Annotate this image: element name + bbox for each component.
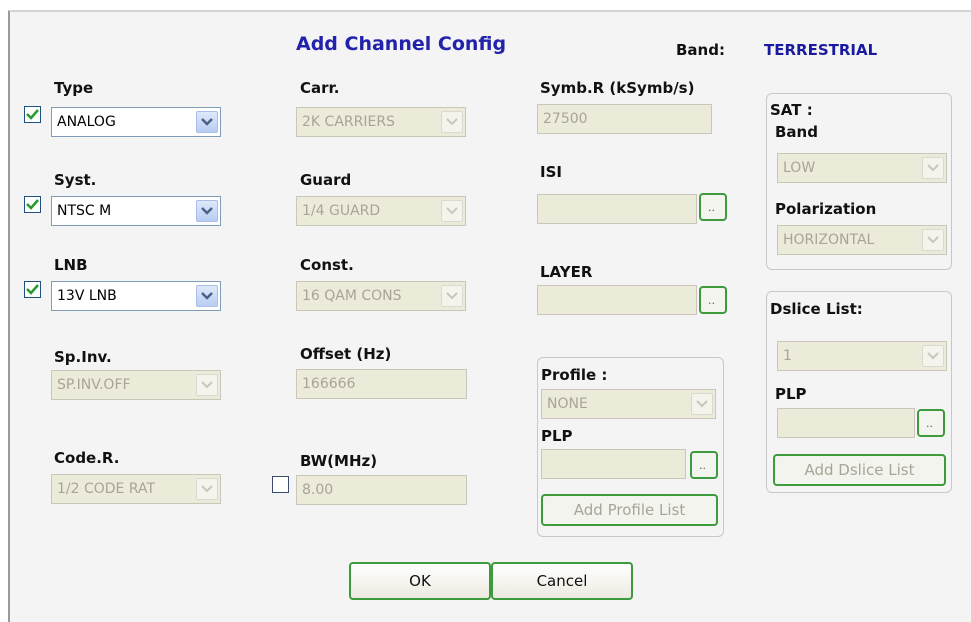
dslice-select[interactable]: 1 xyxy=(777,341,947,371)
isi-field[interactable] xyxy=(537,194,697,224)
browse-label: .. xyxy=(926,417,933,430)
ok-button[interactable]: OK xyxy=(349,562,491,600)
symb-label: Symb.R (kSymb/s) xyxy=(540,79,695,97)
dslice-value: 1 xyxy=(783,348,792,364)
bw-checkbox[interactable] xyxy=(272,476,289,493)
polarization-value: HORIZONTAL xyxy=(783,232,875,248)
offset-field[interactable]: 166666 xyxy=(296,369,467,399)
browse-label: .. xyxy=(708,201,715,214)
chevron-down-icon xyxy=(441,111,463,133)
coder-label: Code.R. xyxy=(54,449,120,467)
profile-plp-field[interactable] xyxy=(541,449,686,479)
spinv-select-value: SP.INV.OFF xyxy=(57,377,131,393)
guard-select-value: 1/4 GUARD xyxy=(302,203,381,219)
chevron-down-icon xyxy=(196,200,218,222)
dslice-plp-browse-button[interactable]: .. xyxy=(917,409,945,437)
sat-band-value: LOW xyxy=(783,160,816,176)
dialog-title: Add Channel Config xyxy=(296,33,507,55)
dslice-plp-field[interactable] xyxy=(777,408,915,438)
chevron-down-icon xyxy=(441,200,463,222)
dslice-plp-label: PLP xyxy=(775,385,807,403)
check-icon xyxy=(26,284,39,295)
chevron-down-icon xyxy=(922,229,944,251)
layer-label: LAYER xyxy=(540,263,593,281)
chevron-down-icon xyxy=(441,285,463,307)
lnb-label: LNB xyxy=(54,256,88,274)
chevron-down-icon xyxy=(922,345,944,367)
carr-label: Carr. xyxy=(300,79,340,97)
carr-select[interactable]: 2K CARRIERS xyxy=(296,107,466,137)
sat-band-select[interactable]: LOW xyxy=(777,153,947,183)
sat-band-label: Band xyxy=(775,123,818,141)
profile-select[interactable]: NONE xyxy=(541,389,716,419)
offset-label: Offset (Hz) xyxy=(300,345,392,363)
lnb-select[interactable]: 13V LNB xyxy=(51,281,221,311)
layer-browse-button[interactable]: .. xyxy=(699,286,727,314)
type-checkbox[interactable] xyxy=(24,106,41,123)
profile-plp-label: PLP xyxy=(541,427,573,445)
check-icon xyxy=(26,199,39,210)
sat-label: SAT : xyxy=(770,101,813,119)
symb-value: 27500 xyxy=(543,111,588,127)
type-label: Type xyxy=(54,79,94,97)
chevron-down-icon xyxy=(196,374,218,396)
guard-select[interactable]: 1/4 GUARD xyxy=(296,196,466,226)
const-select-value: 16 QAM CONS xyxy=(302,288,402,304)
chevron-down-icon xyxy=(196,111,218,133)
chevron-down-icon xyxy=(922,157,944,179)
band-value: TERRESTRIAL xyxy=(764,41,878,59)
bw-value: 8.00 xyxy=(302,482,334,498)
lnb-checkbox[interactable] xyxy=(24,281,41,298)
coder-select[interactable]: 1/2 CODE RAT xyxy=(51,474,221,504)
polarization-label: Polarization xyxy=(775,200,877,218)
cancel-button[interactable]: Cancel xyxy=(491,562,633,600)
isi-label: ISI xyxy=(540,163,562,181)
layer-field[interactable] xyxy=(537,285,697,315)
isi-browse-button[interactable]: .. xyxy=(699,193,727,221)
lnb-select-value: 13V LNB xyxy=(57,288,117,304)
const-select[interactable]: 16 QAM CONS xyxy=(296,281,466,311)
coder-select-value: 1/2 CODE RAT xyxy=(57,481,156,497)
bw-field[interactable]: 8.00 xyxy=(296,475,467,505)
spinv-label: Sp.Inv. xyxy=(54,348,112,366)
profile-label: Profile : xyxy=(541,366,608,384)
offset-value: 166666 xyxy=(302,376,356,392)
profile-plp-browse-button[interactable]: .. xyxy=(690,451,718,479)
syst-select[interactable]: NTSC M xyxy=(51,196,221,226)
syst-select-value: NTSC M xyxy=(57,203,112,219)
add-profile-list-button[interactable]: Add Profile List xyxy=(541,494,718,526)
carr-select-value: 2K CARRIERS xyxy=(302,114,395,130)
band-label: Band: xyxy=(676,41,725,59)
syst-label: Syst. xyxy=(54,171,97,189)
chevron-down-icon xyxy=(691,393,713,415)
symb-field[interactable]: 27500 xyxy=(537,104,712,134)
bw-label: BW(MHz) xyxy=(300,452,378,470)
const-label: Const. xyxy=(300,256,354,274)
syst-checkbox[interactable] xyxy=(24,196,41,213)
check-icon xyxy=(26,109,39,120)
dslice-list-label: Dslice List: xyxy=(770,300,863,318)
chevron-down-icon xyxy=(196,478,218,500)
guard-label: Guard xyxy=(300,171,352,189)
profile-select-value: NONE xyxy=(547,396,588,412)
browse-label: .. xyxy=(708,294,715,307)
type-select-value: ANALOG xyxy=(57,114,116,130)
type-select[interactable]: ANALOG xyxy=(51,107,221,137)
polarization-select[interactable]: HORIZONTAL xyxy=(777,225,947,255)
browse-label: .. xyxy=(699,459,706,472)
chevron-down-icon xyxy=(196,285,218,307)
add-dslice-list-button[interactable]: Add Dslice List xyxy=(773,454,946,486)
spinv-select[interactable]: SP.INV.OFF xyxy=(51,370,221,400)
